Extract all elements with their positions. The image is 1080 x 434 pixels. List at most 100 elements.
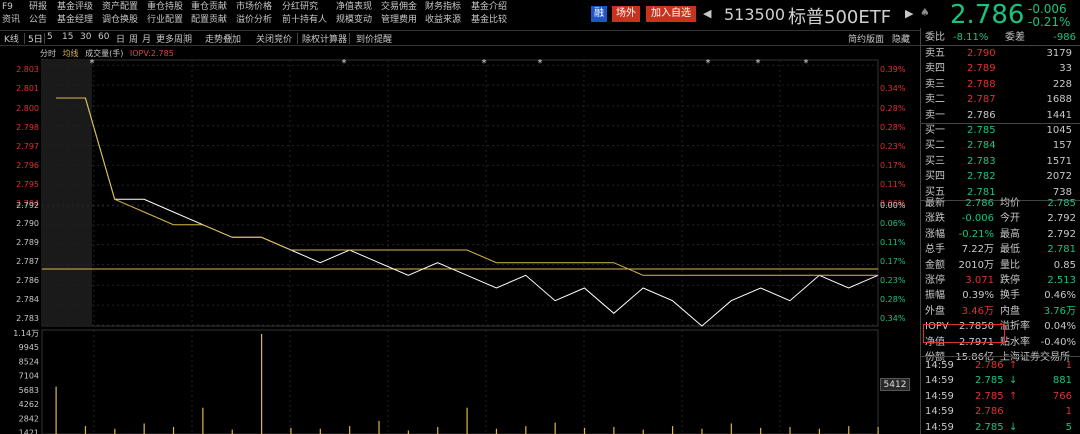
stat-value: -0.21% [958, 228, 994, 240]
nav-item[interactable]: 收益来源 [425, 14, 461, 26]
tick-time: 14:59 [925, 360, 954, 371]
bid-price: 2.784 [967, 140, 996, 152]
toolbar-item[interactable]: 关闭竞价 [256, 32, 292, 45]
bid-volume: 157 [1052, 140, 1072, 152]
toolbar-item[interactable]: 15 [62, 32, 73, 42]
toolbar-item[interactable]: 走势叠加 [205, 32, 241, 45]
nav-item[interactable]: 净值表现 [336, 1, 372, 13]
toolbar-item[interactable]: 5 [47, 32, 53, 42]
nav-item[interactable]: 公告 [29, 14, 47, 26]
nav-item[interactable]: 规模变动 [336, 14, 372, 26]
price-change-pct: -0.21% [1028, 15, 1071, 29]
price-axis-label: 2.801 [16, 84, 39, 93]
ask-row: 卖三 2.788 228 [921, 77, 1080, 92]
ask-volume: 1688 [1046, 94, 1072, 106]
quote-panel: 委比 -8.11% 委差 -986 卖五 2.790 3179 卖四 2.789 33 卖三 2.78… [921, 28, 1080, 434]
nav-item[interactable]: 配置贡献 [191, 14, 227, 26]
nav-item[interactable]: 前十持有人 [282, 14, 327, 26]
toolbar-item[interactable]: 到价提醒 [356, 32, 392, 45]
margin-badge[interactable]: 融 [591, 6, 607, 22]
nav-item[interactable]: 财务指标 [425, 1, 461, 13]
toolbar-item[interactable]: 60 [98, 32, 109, 42]
ask-volume: 1441 [1046, 109, 1072, 121]
toolbar-item[interactable]: 5日 [28, 32, 43, 45]
nav-item[interactable]: F9 [2, 1, 13, 13]
bid-row: 买三 2.783 1571 [921, 154, 1080, 169]
weibi-label: 委比 [925, 32, 945, 43]
otc-button[interactable]: 场外 [612, 6, 640, 22]
toolbar-item[interactable]: 除权计算器 [302, 32, 347, 45]
bid-price: 2.785 [967, 125, 996, 136]
intraday-chart[interactable]: 2.8032.8012.8002.7982.7972.7962.7952.794… [0, 56, 920, 434]
ask-price: 2.789 [967, 63, 996, 75]
price-axis-label: 2.800 [16, 104, 39, 113]
nav-item[interactable]: 交易佣金 [381, 1, 417, 13]
volume-bar [231, 429, 233, 434]
bid-price: 2.782 [967, 171, 996, 183]
toolbar-item[interactable]: 日 [116, 32, 125, 45]
volume-bar [583, 427, 586, 434]
stat-value: 0.85 [1053, 259, 1076, 271]
volume-axis-label: 1421 [19, 429, 39, 434]
last-price: 2.786 [950, 0, 1025, 30]
price-axis-label: 2.803 [16, 65, 39, 74]
event-marker-icon: * [706, 58, 711, 69]
toolbar-item[interactable]: 月 [142, 32, 151, 45]
volume-bar [84, 426, 87, 434]
stat-row: 涨幅 -0.21% 最高 2.792 [921, 227, 1080, 242]
tick-arrow: ↓ [1009, 421, 1018, 433]
toolbar-item[interactable]: 周 [129, 32, 138, 45]
volume-bar [202, 407, 204, 434]
next-arrow-icon[interactable]: ▶ [905, 7, 913, 20]
nav-item[interactable]: 重仓贡献 [191, 1, 227, 13]
nav-item[interactable]: 管理费用 [381, 14, 417, 26]
weicha-value: -986 [1053, 32, 1076, 43]
bell-icon[interactable]: ♠ [920, 6, 930, 19]
stat-label: 外盘 [925, 305, 945, 317]
nav-item[interactable]: 资产配置 [102, 1, 138, 13]
bid-row: 买一 2.785 1045 [921, 123, 1080, 138]
price-axis-label: 2.784 [16, 295, 39, 304]
volume-bar [143, 423, 145, 434]
event-marker-icon: * [756, 58, 761, 69]
price-axis-label: 2.783 [16, 314, 39, 323]
tick-price: 2.785 [975, 421, 1004, 433]
stat-label: 内盘 [1000, 305, 1020, 317]
toolbar-item[interactable]: K线 [4, 32, 19, 45]
nav-item[interactable]: 基金经理 [57, 14, 93, 26]
nav-item[interactable]: 市场价格 [236, 1, 272, 13]
volume-axis-label: 2842 [19, 414, 39, 423]
nav-item[interactable]: 溢价分析 [236, 14, 272, 26]
nav-item[interactable]: 资讯 [2, 14, 20, 26]
bid-volume: 1571 [1046, 155, 1072, 167]
toolbar-item[interactable]: 30 [80, 32, 91, 42]
stat-value: 3.46万 [961, 305, 994, 317]
pct-axis-label: 0.11% [880, 238, 906, 247]
volume-bar [554, 422, 556, 434]
stat-value: -0.40% [1040, 336, 1076, 348]
price-axis-label: 2.790 [16, 219, 39, 228]
pct-axis-label: 0.28% [880, 104, 906, 113]
tick-row: 14:59 2.786 1 [921, 404, 1080, 419]
volume-bar [848, 426, 850, 434]
nav-item[interactable]: 重仓持股 [147, 1, 183, 13]
nav-item[interactable]: 研报 [29, 1, 47, 13]
nav-item[interactable]: 调仓换股 [102, 14, 138, 26]
volume-cursor-label: 5412 [880, 378, 910, 391]
add-watchlist-button[interactable]: 加入自选 [646, 6, 696, 22]
tick-arrow: ↑ [1009, 360, 1018, 371]
volume-bar [114, 428, 116, 434]
stat-value: 3.76万 [1043, 305, 1076, 317]
prev-arrow-icon[interactable]: ◀ [703, 7, 711, 20]
toolbar-item[interactable]: 更多周期 [156, 32, 192, 45]
toolbar-right-item[interactable]: 简约版面 [848, 32, 884, 45]
ask-volume: 33 [1059, 63, 1072, 75]
nav-item[interactable]: 基金评级 [57, 1, 93, 13]
nav-item[interactable]: 分红研究 [282, 1, 318, 13]
toolbar-right-item[interactable]: 隐藏 [892, 32, 910, 45]
nav-item[interactable]: 基金介绍 [471, 1, 507, 13]
nav-item[interactable]: 行业配置 [147, 14, 183, 26]
nav-item[interactable]: 基金比较 [471, 14, 507, 26]
stat-label: 最高 [1000, 228, 1020, 240]
pct-axis-label: 0.34% [880, 314, 906, 323]
